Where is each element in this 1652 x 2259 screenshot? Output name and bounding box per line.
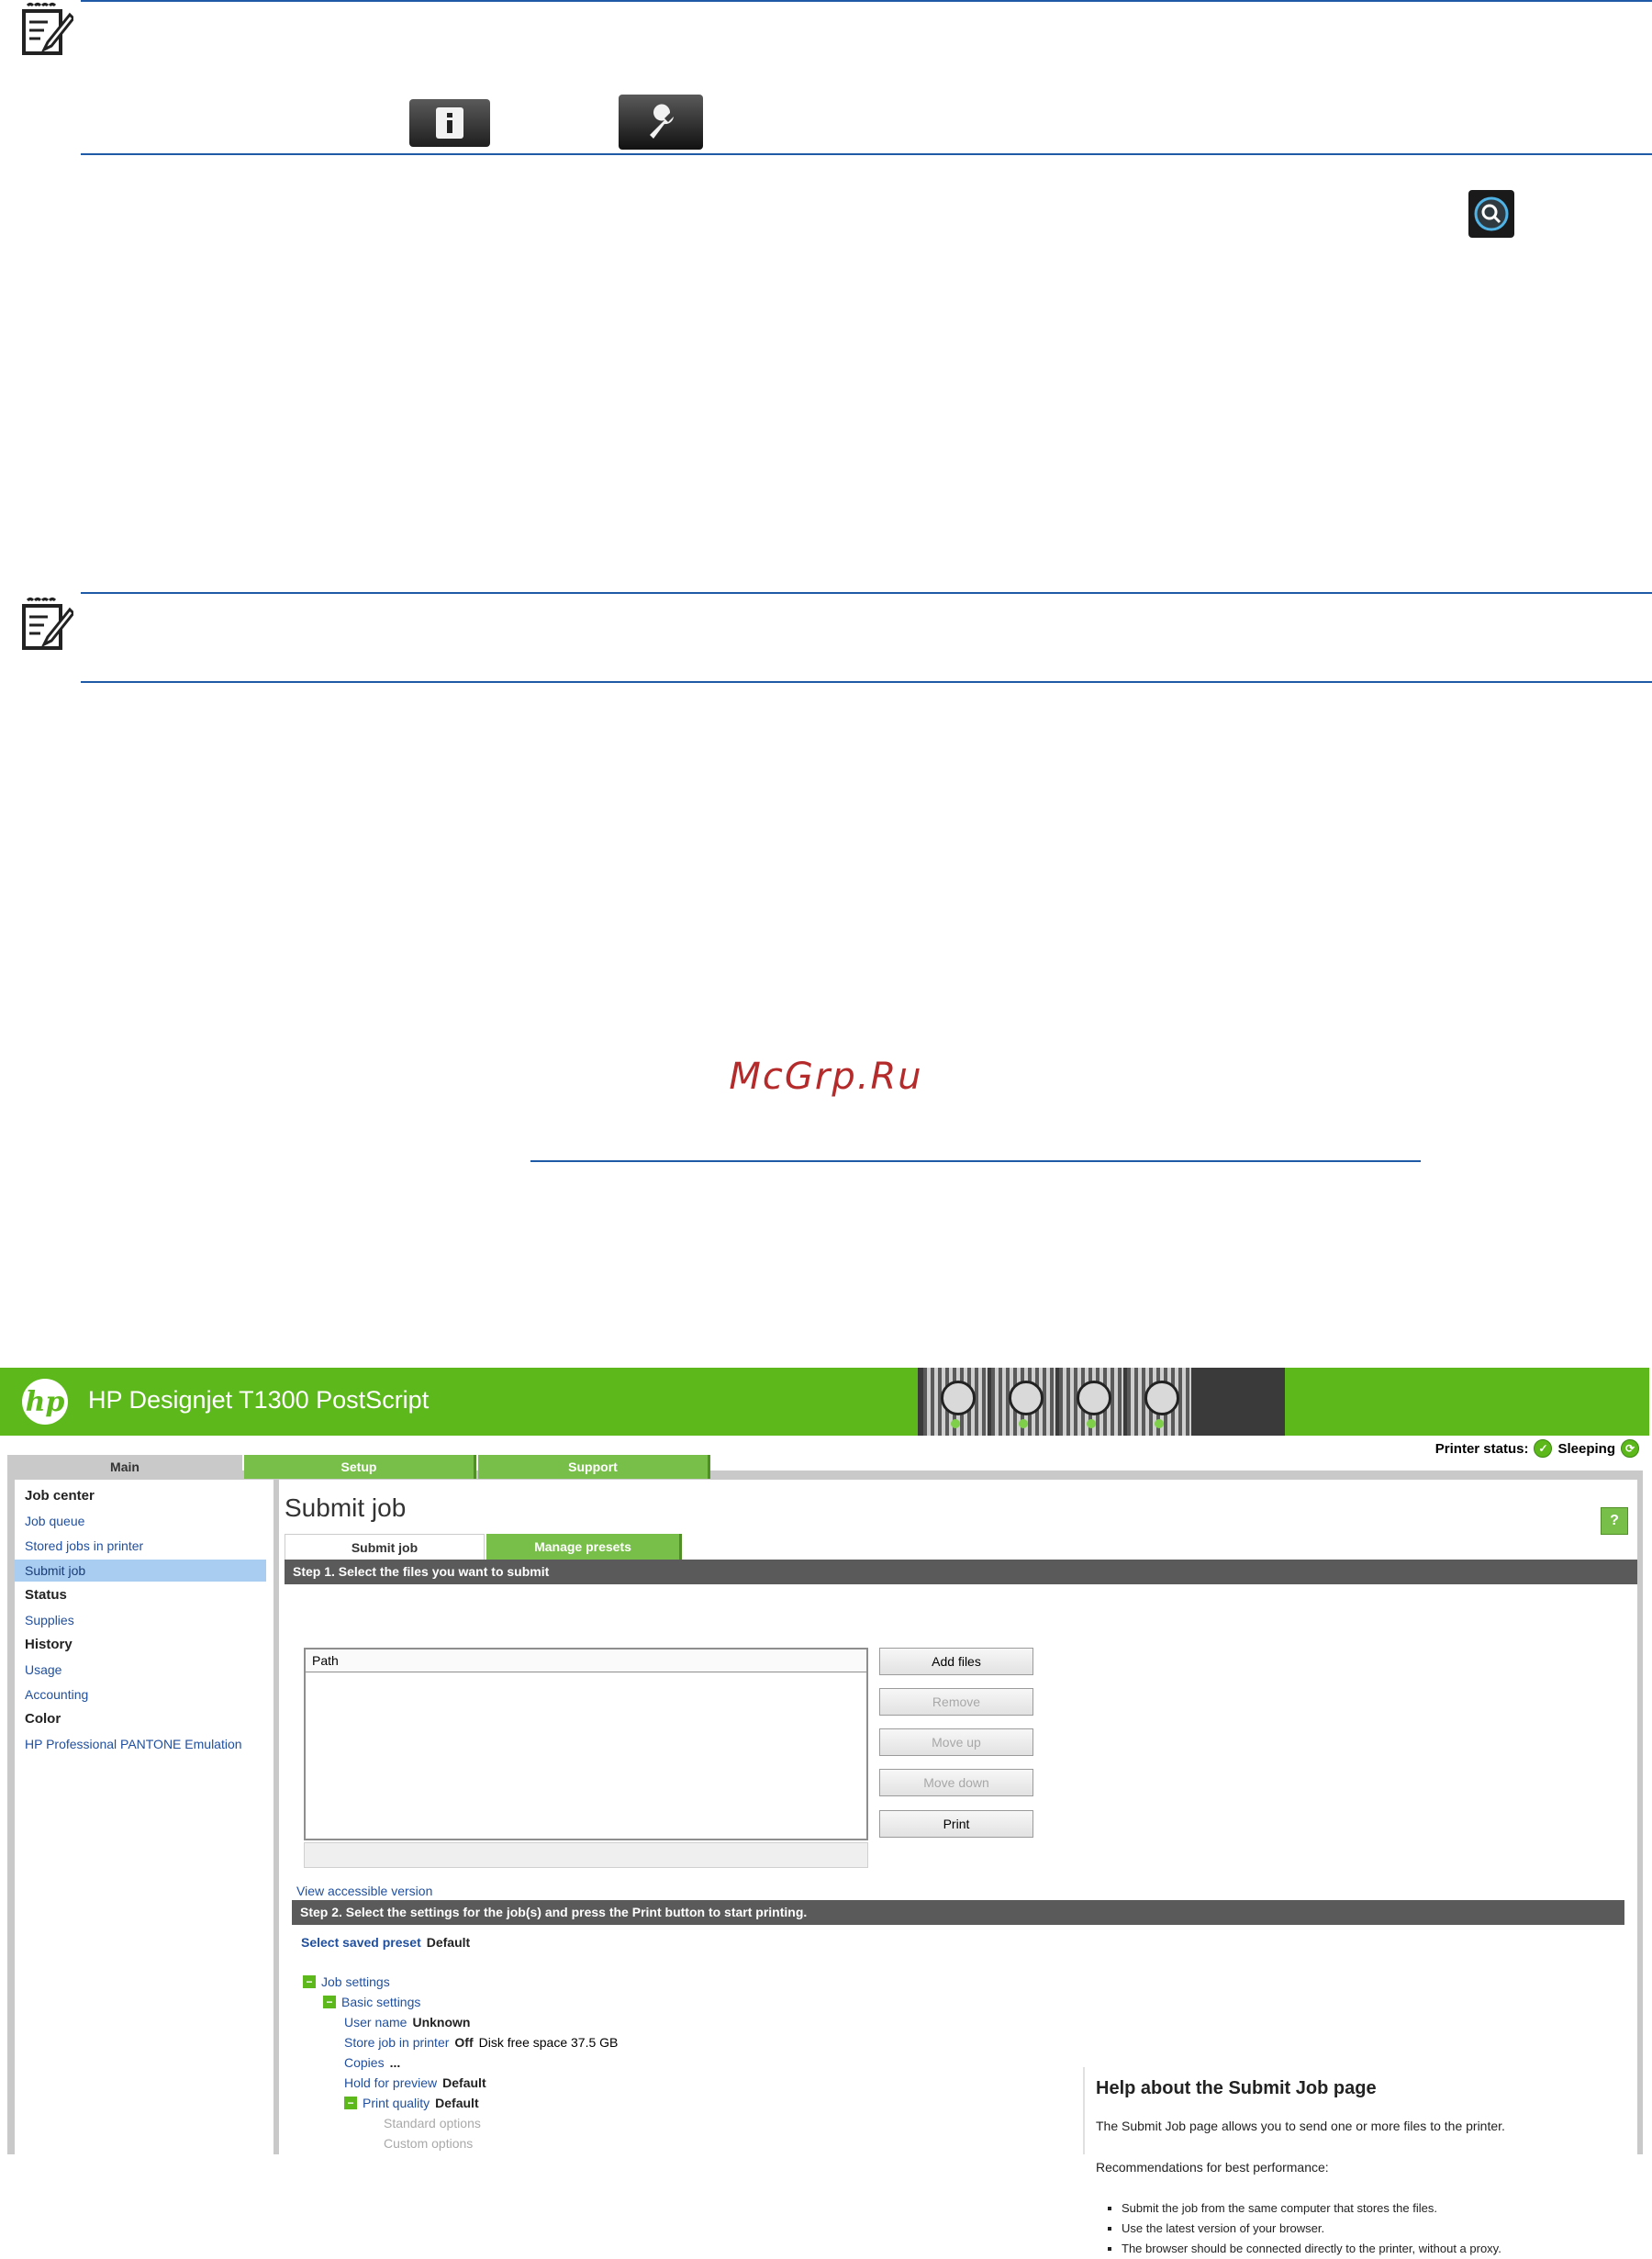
sidebar-heading-history: History: [25, 1637, 73, 1652]
job-settings-label[interactable]: Job settings: [321, 1974, 390, 1989]
refresh-icon[interactable]: ⟳: [1621, 1439, 1639, 1458]
help-paragraph: The Submit Job page allows you to send o…: [1096, 2119, 1505, 2133]
printer-photo: [918, 1368, 1285, 1436]
help-bullets: Submit the job from the same computer th…: [1096, 2198, 1501, 2259]
preset-value: Default: [426, 1935, 471, 1950]
sidebar-heading-job-center: Job center: [25, 1488, 95, 1504]
tree-copies: Copies ...: [344, 2055, 400, 2070]
step2-bar: Step 2. Select the settings for the job(…: [292, 1900, 1624, 1925]
print-quality-label[interactable]: Print quality: [363, 2096, 430, 2110]
hp-logo: hp: [22, 1379, 68, 1425]
sidebar-heading-status: Status: [25, 1587, 67, 1603]
saved-preset-row: Select saved preset Default: [301, 1935, 470, 1950]
hold-preview-value: Default: [442, 2075, 486, 2090]
printer-status-value: Sleeping: [1557, 1440, 1615, 1457]
tree-user-name: User name Unknown: [344, 2015, 470, 2030]
sidebar-item-pantone-emulation[interactable]: HP Professional PANTONE Emulation: [15, 1733, 266, 1755]
note-icon: [22, 3, 73, 55]
print-quality-value: Default: [435, 2096, 479, 2110]
sidebar-heading-color: Color: [25, 1711, 61, 1727]
note-top-rule: [81, 592, 1652, 594]
sidebar-item-supplies[interactable]: Supplies: [15, 1609, 266, 1631]
settings-wrench-icon: [619, 95, 703, 150]
move-up-button[interactable]: Move up: [879, 1728, 1033, 1756]
subtab-manage-presets[interactable]: Manage presets: [486, 1534, 682, 1560]
collapse-icon[interactable]: −: [323, 1996, 336, 2008]
note-bottom-rule: [81, 153, 1652, 155]
select-preset-link[interactable]: Select saved preset: [301, 1935, 421, 1950]
search-zoom-icon: [1468, 190, 1514, 238]
print-button[interactable]: Print: [879, 1810, 1033, 1838]
path-column-header: Path: [306, 1650, 866, 1672]
hold-preview-label[interactable]: Hold for preview: [344, 2075, 437, 2090]
watermark-underline: [530, 1160, 1421, 1162]
help-button[interactable]: ?: [1601, 1507, 1628, 1535]
subtab-submit-job[interactable]: Submit job: [285, 1534, 485, 1560]
header-bar: hp HP Designjet T1300 PostScript: [0, 1368, 1649, 1436]
accessible-version-link[interactable]: View accessible version: [296, 1884, 432, 1898]
watermark: McGrp.Ru: [729, 1056, 923, 1098]
note-top-rule: [81, 0, 1652, 2]
tree-store-job: Store job in printer Off Disk free space…: [344, 2035, 618, 2050]
embedded-web-server: hp HP Designjet T1300 PostScript Printer…: [0, 1368, 1652, 2255]
help-panel: Help about the Submit Job page The Submi…: [1083, 2067, 1639, 2255]
sidebar-item-stored-jobs[interactable]: Stored jobs in printer: [15, 1535, 266, 1557]
note-bottom-rule: [81, 681, 1652, 683]
file-list-footer: [304, 1842, 868, 1868]
add-files-button[interactable]: Add files: [879, 1648, 1033, 1675]
help-bullet: Use the latest version of your browser.: [1122, 2219, 1501, 2239]
main-frame: Main Setup Support Job center Job queue …: [7, 1455, 1643, 2255]
tree-job-settings[interactable]: − Job settings: [303, 1974, 390, 1989]
tree-print-quality[interactable]: − Print quality Default: [344, 2096, 479, 2110]
help-title: Help about the Submit Job page: [1096, 2078, 1377, 2098]
disk-free-space: Disk free space 37.5 GB: [478, 2035, 619, 2050]
collapse-icon[interactable]: −: [344, 2097, 357, 2109]
user-name-value: Unknown: [412, 2015, 471, 2030]
sidebar-item-usage[interactable]: Usage: [15, 1659, 266, 1681]
tree-hold-preview: Hold for preview Default: [344, 2075, 486, 2090]
sidebar-item-accounting[interactable]: Accounting: [15, 1683, 266, 1705]
collapse-icon[interactable]: −: [303, 1975, 316, 1988]
tree-custom-options[interactable]: Custom options: [384, 2136, 473, 2151]
sidebar-item-job-queue[interactable]: Job queue: [15, 1510, 266, 1532]
step1-bar: Step 1. Select the files you want to sub…: [285, 1560, 1637, 1584]
copies-label[interactable]: Copies: [344, 2055, 385, 2070]
basic-settings-label[interactable]: Basic settings: [341, 1995, 420, 2009]
help-bullet: The browser should be connected directly…: [1122, 2239, 1501, 2259]
remove-button[interactable]: Remove: [879, 1688, 1033, 1716]
printer-status-label: Printer status:: [1434, 1440, 1529, 1457]
tab-support[interactable]: Support: [478, 1455, 710, 1479]
sidebar: Job center Job queue Stored jobs in prin…: [15, 1480, 273, 2154]
store-job-label[interactable]: Store job in printer: [344, 2035, 449, 2050]
file-list[interactable]: Path: [304, 1648, 868, 1840]
printer-status: Printer status: ✓ Sleeping ⟳: [1435, 1439, 1639, 1458]
content-area: Submit job ? Submit job Manage presets S…: [279, 1480, 1639, 2255]
status-ok-icon: ✓: [1534, 1439, 1553, 1458]
tab-setup[interactable]: Setup: [244, 1455, 476, 1479]
help-paragraph: Recommendations for best performance:: [1096, 2160, 1329, 2175]
store-job-value: Off: [454, 2035, 474, 2050]
tab-main[interactable]: Main: [7, 1455, 242, 1479]
sidebar-item-submit-job[interactable]: Submit job: [15, 1560, 266, 1582]
tree-basic-settings[interactable]: − Basic settings: [323, 1995, 420, 2009]
copies-value: ...: [389, 2055, 401, 2070]
app-title: HP Designjet T1300 PostScript: [88, 1386, 430, 1414]
page-title: Submit job: [285, 1493, 407, 1522]
user-name-label[interactable]: User name: [344, 2015, 407, 2030]
tree-standard-options[interactable]: Standard options: [384, 2116, 481, 2130]
move-down-button[interactable]: Move down: [879, 1769, 1033, 1796]
info-button-icon: [409, 99, 490, 147]
help-bullet: Submit the job from the same computer th…: [1122, 2198, 1501, 2219]
note-icon: [22, 598, 73, 650]
